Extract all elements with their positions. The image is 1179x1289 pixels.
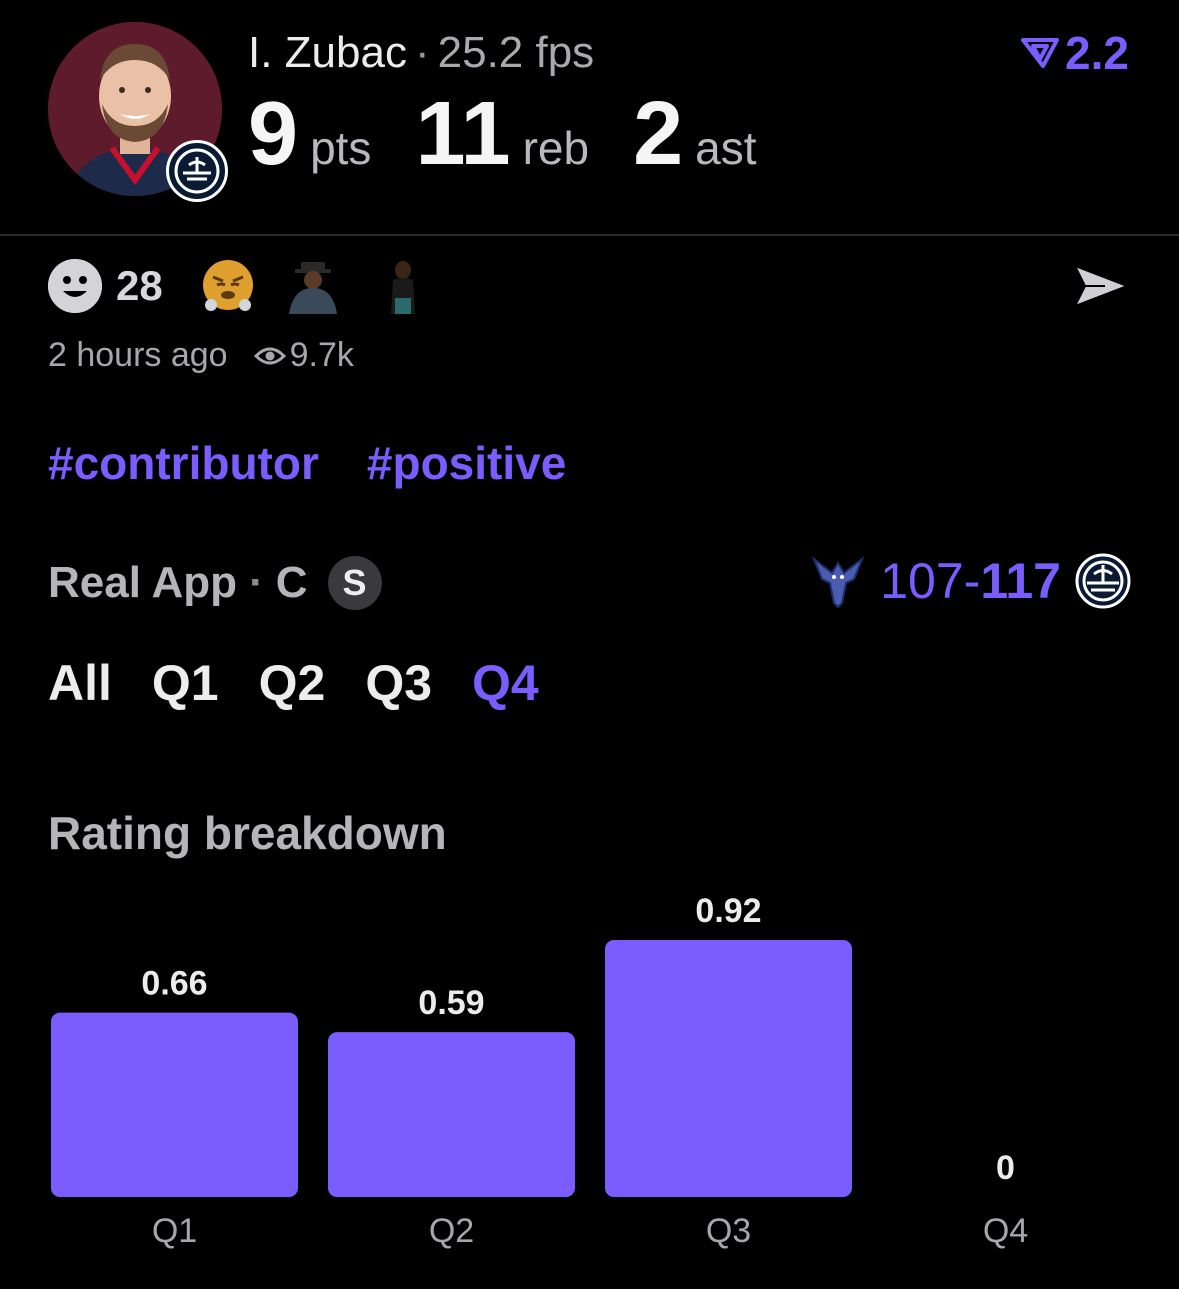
separator: ·	[249, 558, 264, 607]
separator: ·	[414, 28, 430, 77]
bar-value-label-q1: 0.66	[141, 965, 207, 1003]
time-ago: 2 hours ago	[48, 336, 228, 374]
bar-q2[interactable]	[328, 1032, 575, 1197]
views: 9.7k	[253, 336, 354, 375]
rebounds-label: reb	[522, 122, 590, 174]
bar-q1[interactable]	[51, 1012, 298, 1197]
player-title-line: I. Zubac · 25.2 fps	[248, 28, 594, 78]
real-logo-icon	[1021, 38, 1060, 68]
tag-positive[interactable]: #positive	[367, 436, 566, 490]
score-left: 107	[880, 553, 964, 609]
assists-label: ast	[695, 122, 757, 174]
x-tick-label-q3: Q3	[706, 1212, 751, 1250]
rating-breakdown-chart: 0.66 Q1 0.59 Q2 0.92 Q3 0 Q4	[51, 892, 1028, 1250]
clippers-logo-icon	[166, 140, 228, 202]
views-count: 9.7k	[289, 336, 354, 374]
player-position: C	[275, 558, 308, 607]
stat-line: 9 pts 11 reb 2 ast	[248, 86, 801, 182]
share-send-icon[interactable]	[1071, 258, 1131, 314]
person-sticker-1-icon[interactable]	[283, 258, 343, 314]
rating-value: 2.2	[1065, 27, 1129, 79]
add-reaction-icon[interactable]	[48, 259, 102, 313]
x-tick-label-q2: Q2	[429, 1212, 474, 1250]
chart-title: Rating breakdown	[48, 807, 447, 859]
player-rating[interactable]: 2.2	[1021, 28, 1129, 78]
points-value: 9	[248, 84, 299, 184]
hornets-logo-icon	[811, 555, 865, 609]
post-meta: 2 hours ago 9.7k	[48, 336, 354, 375]
tab-q4[interactable]: Q4	[472, 654, 539, 712]
tab-q3[interactable]: Q3	[365, 654, 432, 712]
source-line: Real App · C S	[48, 556, 382, 610]
person-sticker-2-icon[interactable]	[373, 258, 433, 314]
reaction-count: 28	[116, 262, 163, 309]
fps-value: 25.2 fps	[437, 28, 595, 77]
quarter-tabs: All Q1 Q2 Q3 Q4	[48, 654, 539, 712]
source-app[interactable]: Real App	[48, 558, 237, 608]
bar-q3[interactable]	[605, 940, 852, 1197]
reactions-row: 28	[48, 258, 463, 314]
score-text: 107-117	[880, 552, 1061, 610]
game-score[interactable]: 107-117	[810, 552, 1131, 610]
score-right: 117	[980, 553, 1061, 609]
huffing-face-emoji-icon[interactable]	[201, 259, 255, 313]
divider	[0, 234, 1179, 236]
tab-q1[interactable]: Q1	[152, 654, 219, 712]
score-sep: -	[963, 553, 981, 609]
assists-value: 2	[633, 84, 684, 184]
points-label: pts	[310, 122, 372, 174]
rebounds-value: 11	[415, 84, 511, 184]
bar-value-label-q3: 0.92	[695, 892, 761, 930]
status-badge: S	[327, 556, 382, 610]
clippers-logo-icon	[1075, 553, 1131, 609]
player-name[interactable]: I. Zubac	[248, 28, 407, 77]
tab-q2[interactable]: Q2	[259, 654, 326, 712]
bar-value-label-q2: 0.59	[418, 984, 484, 1022]
eye-icon	[253, 347, 286, 364]
bar-value-label-q4: 0	[996, 1149, 1015, 1187]
tab-all[interactable]: All	[48, 654, 112, 712]
x-tick-label-q1: Q1	[152, 1212, 197, 1250]
tags: #contributor #positive	[48, 436, 566, 490]
tag-contributor[interactable]: #contributor	[48, 436, 319, 490]
x-tick-label-q4: Q4	[983, 1212, 1028, 1250]
